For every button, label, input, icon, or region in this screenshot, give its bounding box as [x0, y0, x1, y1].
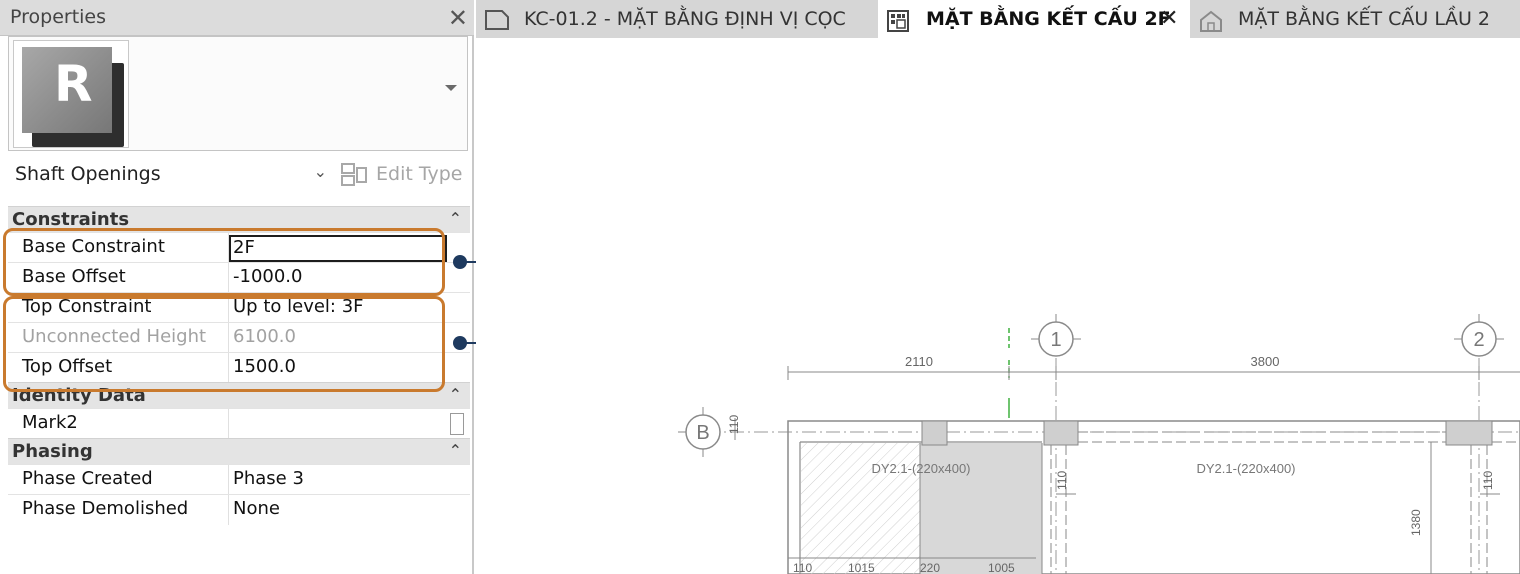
tab-kc-01-2[interactable]: KC-01.2 - MẶT BẰNG ĐỊNH VỊ CỌC [476, 0, 876, 38]
plan-icon [887, 10, 909, 32]
section-label: Phasing [12, 441, 93, 462]
grid-label: 2 [1473, 329, 1484, 351]
property-value[interactable]: Phase 3 [233, 468, 304, 489]
instance-filter-row: Shaft Openings ⌄ Edit Type [8, 156, 468, 196]
grid-bubble-2[interactable]: 2 [1454, 314, 1504, 357]
chevron-down-icon: ⌄ [313, 162, 327, 181]
dimension-label: 110 [1055, 471, 1069, 490]
close-tab-icon[interactable]: ✕ [1160, 6, 1178, 31]
tab-label: MẶT BẰNG KẾT CẤU 2F [926, 8, 1171, 30]
close-icon[interactable]: ✕ [448, 4, 468, 32]
properties-panel: Properties ✕ R Shaft Openings ⌄ Edit Typ… [0, 0, 474, 574]
property-row-phase-demolished[interactable]: Phase Demolished None [8, 494, 470, 525]
dimension-label: 1005 [988, 561, 1015, 574]
property-value[interactable]: None [233, 498, 280, 519]
family-label: Shaft Openings [15, 163, 161, 185]
tab-mat-bang-ket-cau-2f[interactable]: MẶT BẰNG KẾT CẤU 2F ✕ [878, 0, 1190, 38]
highlight-box-2 [3, 296, 445, 392]
collapse-icon[interactable]: ⌃ [449, 441, 462, 460]
type-selector[interactable]: R [8, 36, 468, 151]
sheet-icon [485, 10, 509, 30]
drawing-canvas[interactable]: 1 2 B 2110 3800 110 DY2.1-(220x400) DY2.… [476, 38, 1520, 574]
properties-title: Properties [10, 6, 107, 28]
dimension-label: 110 [793, 561, 812, 574]
property-label: Mark2 [22, 412, 78, 433]
grid-bubble-b[interactable]: B [678, 407, 721, 457]
grid-label: 1 [1050, 329, 1061, 351]
view-tab-bar: KC-01.2 - MẶT BẰNG ĐỊNH VỊ CỌC MẶT BẰNG … [476, 0, 1520, 38]
scroll-thumb[interactable] [450, 413, 464, 435]
tab-label: KC-01.2 - MẶT BẰNG ĐỊNH VỊ CỌC [524, 8, 846, 30]
section-label: Constraints [12, 209, 130, 230]
property-label: Phase Demolished [22, 498, 189, 519]
collapse-icon[interactable]: ⌃ [449, 209, 462, 228]
floor-plan-drawing: 1 2 B 2110 3800 110 DY2.1-(220x400) DY2.… [678, 314, 1520, 574]
property-row-mark2[interactable]: Mark2 [8, 408, 470, 439]
family-dropdown[interactable]: Shaft Openings ⌄ [8, 156, 331, 194]
properties-title-bar: Properties ✕ [0, 0, 474, 36]
property-row-phase-created[interactable]: Phase Created Phase 3 [8, 464, 470, 495]
dimension-label: 110 [1481, 471, 1495, 490]
revit-logo-icon: R [13, 40, 129, 148]
edit-type-icon [341, 163, 367, 186]
dropdown-arrow-icon[interactable] [445, 85, 457, 91]
logo-letter: R [54, 55, 93, 113]
collapse-icon[interactable]: ⌃ [449, 385, 462, 404]
property-label: Phase Created [22, 468, 153, 489]
beam-label: DY2.1-(220x400) [1197, 461, 1296, 476]
beam-label: DY2.1-(220x400) [872, 461, 971, 476]
highlight-box-1 [3, 228, 445, 296]
dimension-label: 1015 [848, 561, 875, 574]
dimension-label: 3800 [1251, 354, 1280, 369]
grid-label: B [696, 422, 709, 444]
section-phasing[interactable]: Phasing ⌃ [8, 438, 470, 464]
tab-mat-bang-ket-cau-lau-2[interactable]: MẶT BẰNG KẾT CẤU LẦU 2 [1190, 0, 1520, 38]
edit-type-label: Edit Type [376, 163, 463, 185]
tab-label: MẶT BẰNG KẾT CẤU LẦU 2 [1238, 8, 1490, 30]
dimension-label: 1380 [1409, 509, 1423, 536]
grid-bubble-1[interactable]: 1 [1031, 314, 1081, 357]
dimension-label: 220 [920, 561, 940, 574]
edit-type-button[interactable]: Edit Type [338, 158, 468, 194]
dimension-label: 110 [727, 415, 741, 434]
house-icon [1200, 10, 1222, 32]
dimension-label: 2110 [905, 354, 933, 369]
